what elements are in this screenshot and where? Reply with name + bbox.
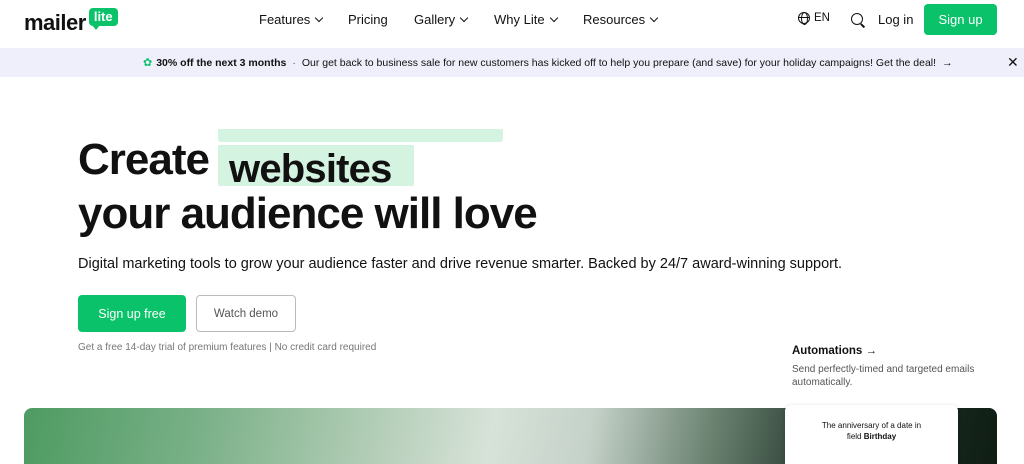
nav-features-label: Features	[259, 12, 311, 27]
site-header: mailer lite Features Pricing Gallery Why…	[0, 0, 1024, 48]
hero-subheadline: Digital marketing tools to grow your aud…	[78, 256, 843, 272]
promo-link[interactable]: ✿ 30% off the next 3 months · Our get ba…	[143, 56, 953, 70]
nav-pricing-label: Pricing	[348, 12, 388, 27]
signup-button[interactable]: Sign up	[924, 4, 997, 35]
chevron-down-icon	[459, 13, 469, 22]
nav-pricing[interactable]: Pricing	[348, 12, 388, 27]
promo-message: Our get back to business sale for new cu…	[301, 56, 937, 69]
promo-bar: ✿ 30% off the next 3 months · Our get ba…	[0, 48, 1024, 77]
nav-resources-label: Resources	[583, 12, 646, 27]
card-line2: field Birthday	[785, 431, 958, 442]
card-line2-prefix: field	[846, 432, 864, 441]
login-link[interactable]: Log in	[878, 12, 913, 27]
chevron-down-icon	[315, 13, 324, 22]
globe-icon	[798, 12, 810, 25]
card-field-name: Birthday	[863, 432, 897, 441]
promo-highlight: 30% off the next 3 months	[156, 56, 287, 69]
nav-resources[interactable]: Resources	[583, 12, 659, 27]
watch-demo-button[interactable]: Watch demo	[196, 295, 296, 332]
card-line1: The anniversary of a date in	[821, 421, 922, 430]
headline-rotating-word: websites	[229, 147, 392, 191]
headline-highlight-previous	[218, 129, 503, 142]
trial-note: Get a free 14-day trial of premium featu…	[78, 342, 377, 353]
automations-description: Send perfectly-timed and targeted emails…	[792, 364, 975, 388]
main-nav: Features Pricing Gallery Why Lite Resour…	[0, 0, 1024, 40]
language-selector[interactable]: EN	[798, 12, 830, 25]
automation-preview-card: The anniversary of a date in field Birth…	[785, 405, 958, 464]
headline-start: Create	[78, 135, 210, 184]
arrow-right-icon: →	[942, 56, 953, 69]
signup-free-button[interactable]: Sign up free	[78, 295, 186, 332]
promo-separator: ·	[292, 56, 296, 69]
nav-features[interactable]: Features	[259, 12, 324, 27]
chevron-down-icon	[549, 13, 558, 22]
nav-gallery[interactable]: Gallery	[414, 12, 469, 27]
headline-end: your audience will love	[78, 189, 538, 238]
chevron-down-icon	[649, 13, 659, 22]
arrow-right-icon: →	[865, 345, 877, 357]
automations-title: Automations	[792, 345, 863, 357]
nav-gallery-label: Gallery	[414, 12, 456, 27]
clover-icon: ✿	[143, 57, 153, 69]
search-icon[interactable]	[851, 13, 863, 25]
language-label: EN	[814, 12, 830, 24]
close-icon[interactable]: ✕	[1007, 54, 1019, 71]
nav-why-lite-label: Why Lite	[494, 12, 545, 27]
automations-link[interactable]: Automations →	[792, 345, 877, 357]
nav-why-lite[interactable]: Why Lite	[494, 12, 558, 27]
